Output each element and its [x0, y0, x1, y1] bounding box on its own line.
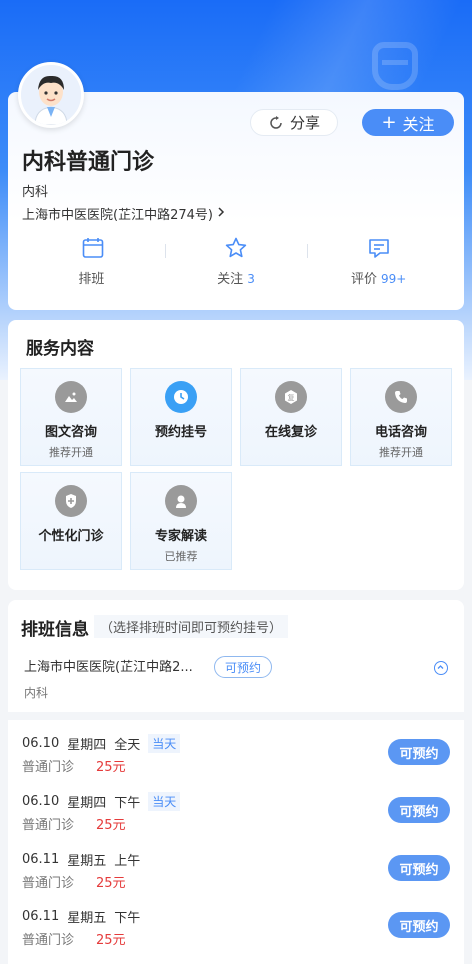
book-button[interactable]: 可预约	[388, 912, 450, 938]
service-name: 图文咨询	[44, 425, 97, 440]
stat-label: 关注	[217, 272, 244, 287]
service-sub: 推荐开通	[49, 446, 93, 459]
hospital-name: 上海市中医医院(芷江中路274号)	[22, 208, 213, 223]
schedule-hint: （选择排班时间即可预约挂号）	[94, 615, 289, 638]
schedule-section: 排班信息 （选择排班时间即可预约挂号） 上海市中医医院(芷江中路2... 可预约…	[8, 600, 464, 712]
stats-bar: 排班 关注 3 评价 99+	[22, 236, 450, 296]
stat-label: 排班	[78, 272, 105, 287]
slot-price: 25元	[96, 760, 126, 775]
service-name: 专家解读	[154, 529, 207, 544]
slot-weekday: 星期五	[67, 911, 107, 926]
service-appointment[interactable]: 预约挂号	[130, 368, 232, 466]
calendar-icon	[83, 238, 104, 258]
service-name: 在线复诊	[264, 425, 317, 440]
slot-period: 全天	[114, 738, 141, 753]
follow-button[interactable]: + 关注	[362, 109, 454, 136]
schedule-slot[interactable]: 06.10 星期四 下午 当天 普通门诊 25元 可预约	[8, 792, 464, 850]
image-chat-icon	[55, 381, 87, 413]
slot-type: 普通门诊	[22, 818, 75, 833]
schedule-slot[interactable]: 06.11 星期五 下午 普通门诊 25元 可预约	[8, 907, 464, 964]
slot-date: 06.10	[22, 794, 60, 809]
service-name: 预约挂号	[154, 425, 207, 440]
service-sub: 已推荐	[164, 550, 198, 563]
schedule-slot[interactable]: 06.11 星期五 上午 普通门诊 25元 可预约	[8, 850, 464, 908]
slot-period: 上午	[114, 854, 141, 869]
service-name: 个性化门诊	[38, 529, 104, 544]
service-sub: 推荐开通	[379, 446, 423, 459]
divider	[164, 244, 166, 258]
stat-label: 评价	[351, 272, 378, 287]
share-button[interactable]: 分享	[250, 109, 338, 136]
service-online-revisit[interactable]: 复 在线复诊	[240, 368, 342, 466]
clock-icon	[165, 381, 197, 413]
slot-type: 普通门诊	[22, 760, 75, 775]
share-icon	[270, 115, 282, 129]
section-title: 排班信息	[21, 620, 89, 640]
doctor-avatar	[18, 62, 84, 128]
slot-date: 06.11	[22, 909, 60, 924]
book-button[interactable]: 可预约	[388, 739, 450, 765]
slot-type: 普通门诊	[22, 876, 75, 891]
today-badge: 当天	[148, 792, 181, 811]
stat-follow[interactable]: 关注 3	[164, 236, 308, 296]
department-label: 内科	[22, 185, 49, 200]
service-expert-interpret[interactable]: 专家解读 已推荐	[130, 472, 232, 570]
schedule-hospital[interactable]: 上海市中医医院(芷江中路2...	[24, 656, 193, 675]
slot-price: 25元	[96, 818, 126, 833]
phone-icon	[385, 381, 417, 413]
service-personal-clinic[interactable]: 个性化门诊	[20, 472, 122, 570]
stat-schedule[interactable]: 排班	[22, 236, 165, 296]
follow-label: 关注	[402, 114, 435, 134]
share-label: 分享	[289, 114, 320, 132]
slot-price: 25元	[96, 933, 126, 948]
service-name: 电话咨询	[374, 425, 427, 440]
star-icon	[225, 237, 247, 258]
schedule-department: 内科	[24, 686, 49, 700]
slot-type: 普通门诊	[22, 933, 75, 948]
slot-date: 06.10	[22, 736, 60, 751]
divider	[307, 244, 309, 258]
service-phone-consult[interactable]: 电话咨询 推荐开通	[350, 368, 452, 466]
section-title: 服务内容	[26, 339, 94, 359]
slot-period: 下午	[114, 911, 141, 926]
plus-icon: +	[381, 111, 397, 133]
personal-clinic-icon	[55, 485, 87, 517]
slot-price: 25元	[96, 876, 126, 891]
schedule-slot[interactable]: 06.10 星期四 全天 当天 普通门诊 25元 可预约	[8, 734, 464, 792]
comment-icon	[368, 239, 389, 258]
slot-weekday: 星期五	[67, 854, 107, 869]
expert-icon	[165, 485, 197, 517]
watermark-shield-icon	[372, 42, 418, 90]
service-image-consult[interactable]: 图文咨询 推荐开通	[20, 368, 122, 466]
slot-weekday: 星期四	[67, 796, 107, 811]
today-badge: 当天	[148, 734, 181, 753]
stat-count: 3	[247, 272, 255, 286]
hospital-link[interactable]: 上海市中医医院(芷江中路274号)	[22, 204, 225, 223]
services-section: 服务内容 图文咨询 推荐开通 预约挂号 复 在线复诊 电话咨询 推荐开通 个性化…	[8, 320, 464, 590]
slot-date: 06.11	[22, 852, 60, 867]
book-button[interactable]: 可预约	[388, 855, 450, 881]
book-button[interactable]: 可预约	[388, 797, 450, 823]
revisit-icon: 复	[275, 381, 307, 413]
page-title: 内科普通门诊	[22, 150, 155, 175]
stat-count: 99+	[381, 272, 407, 286]
slot-period: 下午	[114, 796, 141, 811]
slot-weekday: 星期四	[67, 738, 107, 753]
chevron-right-icon	[217, 206, 225, 222]
stat-review[interactable]: 评价 99+	[307, 236, 450, 296]
svg-text:复: 复	[288, 393, 295, 402]
status-badge: 可预约	[214, 656, 273, 678]
chevron-up-icon[interactable]	[434, 661, 448, 675]
schedule-slot-list: 06.10 星期四 全天 当天 普通门诊 25元 可预约 06.10 星期四 下…	[8, 720, 464, 964]
